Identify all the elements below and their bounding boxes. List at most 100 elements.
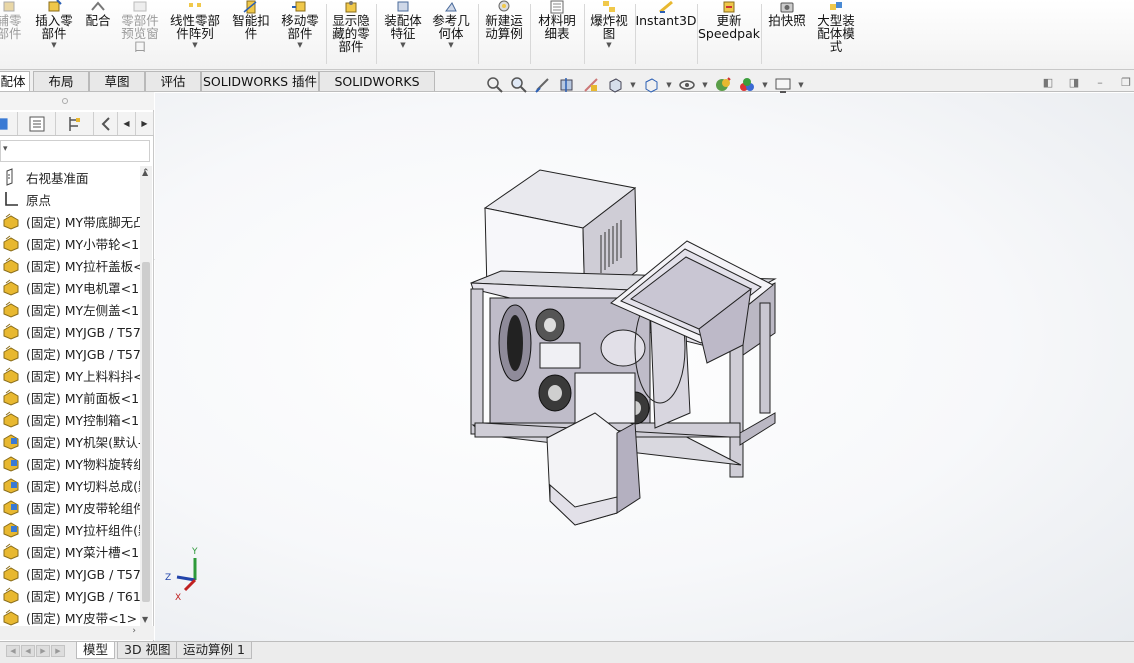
chevron-down-icon[interactable]: ▼ [760,81,770,89]
tree-item[interactable]: 右视基准面 [0,166,140,188]
apply-scene-icon[interactable] [736,75,758,95]
chevron-down-icon[interactable]: ▼ [700,81,710,89]
dynamic-annotation-icon[interactable] [580,75,602,95]
chevron-down-icon[interactable]: ▼ [297,41,302,49]
triad-z-label: Z [165,573,171,583]
tab-motion-study[interactable]: 运动算例 1 [176,642,252,659]
bill-of-materials-button[interactable]: 材料明 细表 [533,0,581,66]
tab-configuration-manager[interactable] [56,112,94,135]
zoom-to-area-icon[interactable] [508,75,530,95]
tree-item[interactable]: (固定) MY物料旋转组 [0,452,140,474]
filter-icon: ▾ [3,144,8,154]
new-motion-study-button[interactable]: 新建运 动算例 [481,0,527,66]
tab-layout[interactable]: 布局 [33,71,89,91]
component-preview-button[interactable]: 零部件 预览窗 口 [117,0,163,66]
tab-3d-views[interactable]: 3D 视图 [117,642,178,659]
tree-item[interactable]: (固定) MY左侧盖<1> [0,298,140,320]
tab-solidworks-addins[interactable]: SOLIDWORKS 插件 [201,71,319,91]
last-tab-icon[interactable]: ▶ [51,645,65,657]
scrollbar-thumb[interactable] [142,262,150,602]
tab-dimxpert-manager[interactable] [94,112,118,135]
smart-fasteners-button[interactable]: 智能扣 件 [228,0,274,66]
tree-item[interactable]: (固定) MY拉杆组件(默 [0,518,140,540]
scroll-right-icon[interactable]: › [132,626,136,636]
instant3d-button[interactable]: Instant3D [635,0,697,66]
first-tab-icon[interactable]: ◀ [6,645,20,657]
plane-icon [0,168,22,186]
previous-tab-icon[interactable]: ◀ [21,645,35,657]
feature-tree-filter[interactable]: ▾ [0,140,150,162]
exploded-view-button[interactable]: 爆炸视 图 ▼ [586,0,632,66]
tree-item[interactable]: (固定) MY上料料抖< [0,364,140,386]
chevron-down-icon[interactable]: ▼ [192,41,197,49]
tab-solidworks-mbd[interactable]: SOLIDWORKS MBD [319,71,435,108]
graphics-area[interactable]: Y Z X [155,93,1134,641]
tree-item[interactable]: (固定) MY小带轮<1> [0,232,140,254]
chevron-down-icon[interactable]: ▼ [51,41,56,49]
tree-item[interactable]: (固定) MY机架(默认- [0,430,140,452]
tree-item[interactable]: (固定) MY电机罩<1> [0,276,140,298]
snapshot-button[interactable]: 拍快照 [764,0,810,66]
tree-item[interactable]: (固定) MY菜汁槽<1> [0,540,140,562]
view-settings-icon[interactable] [772,75,794,95]
assembly-model[interactable]: Y Z X [155,93,1134,641]
chevron-down-icon[interactable]: ▼ [664,81,674,89]
panel-right-icon[interactable]: ◨ [1066,74,1082,90]
tab-scroll-left[interactable]: ◀ [118,112,136,135]
tree-item-label: (固定) MY前面板<1> [26,390,140,406]
reference-geometry-button[interactable]: 参考几 何体 ▼ [428,0,474,66]
move-component-button[interactable]: 移动零 部件 ▼ [277,0,323,66]
zoom-to-fit-icon[interactable] [484,75,506,95]
feature-tree-scrollbar[interactable]: ▲ ▼ [140,166,152,626]
tree-item[interactable]: (固定) MYJGB / T578 [0,320,140,342]
section-view-icon[interactable] [556,75,578,95]
assembly-features-button[interactable]: 装配体 特征 ▼ [380,0,426,66]
chevron-down-icon[interactable]: ▼ [606,41,611,49]
chevron-down-icon[interactable]: ▼ [448,41,453,49]
linear-pattern-button[interactable]: 线性零部 件阵列 ▼ [166,0,224,66]
tab-property-manager[interactable] [18,112,56,135]
next-tab-icon[interactable]: ▶ [36,645,50,657]
insert-part-button[interactable]: 辅零 部件 [0,0,30,66]
show-hidden-components-button[interactable]: 显示隐 藏的零 部件 [329,0,373,66]
tab-evaluate[interactable]: 评估 [145,71,201,91]
tab-assembly[interactable]: 配体 [0,71,30,91]
tree-item[interactable]: (固定) MY皮带<1> ( [0,606,140,626]
minimize-icon[interactable]: – [1092,74,1108,90]
hide-show-items-icon[interactable] [676,75,698,95]
tree-item[interactable]: (固定) MY拉杆盖板< [0,254,140,276]
chevron-down-icon[interactable]: ▼ [628,81,638,89]
tree-item[interactable]: (固定) MYJGB / T578 [0,342,140,364]
tree-collapse-icon[interactable]: ⌃ [142,168,150,178]
view-orientation-icon[interactable] [604,75,626,95]
insert-component-button[interactable]: 插入零 部件 ▼ [32,0,76,66]
tree-item[interactable]: (固定) MY切料总成(默 [0,474,140,496]
tree-item[interactable]: (固定) MY皮带轮组件 [0,496,140,518]
chevron-down-icon[interactable]: ▼ [400,41,405,49]
tab-scroll-right[interactable]: ▶ [136,112,154,135]
tree-item[interactable]: (固定) MY前面板<1> [0,386,140,408]
tree-item[interactable]: (固定) MY带底脚无凸 [0,210,140,232]
scroll-down-icon[interactable]: ▼ [142,615,148,624]
tree-item-label: (固定) MY左侧盖<1> [26,302,140,318]
horizontal-scrollbar[interactable]: › [0,626,154,640]
tab-feature-manager[interactable] [0,112,18,135]
chevron-down-icon[interactable]: ▼ [796,81,806,89]
previous-view-icon[interactable] [532,75,554,95]
tab-sketch[interactable]: 草图 [89,71,145,91]
update-speedpak-button[interactable]: 更新 Speedpak [698,0,760,66]
mate-button[interactable]: 配合 [82,0,114,66]
part-icon [0,212,22,230]
tree-item[interactable]: 原点 [0,188,140,210]
display-style-icon[interactable] [640,75,662,95]
large-assembly-mode-button[interactable]: 大型装 配体模 式 [813,0,859,66]
restore-icon[interactable]: ❐ [1118,74,1134,90]
tree-item[interactable]: (固定) MY控制箱<1> [0,408,140,430]
tree-item[interactable]: (固定) MYJGB / T61 [0,584,140,606]
tree-item[interactable]: (固定) MYJGB / T578 [0,562,140,584]
edit-appearance-icon[interactable] [712,75,734,95]
panel-left-icon[interactable]: ◧ [1040,74,1056,90]
panel-splitter[interactable] [0,92,154,110]
tab-model[interactable]: 模型 [76,642,116,659]
part-icon [0,234,22,252]
